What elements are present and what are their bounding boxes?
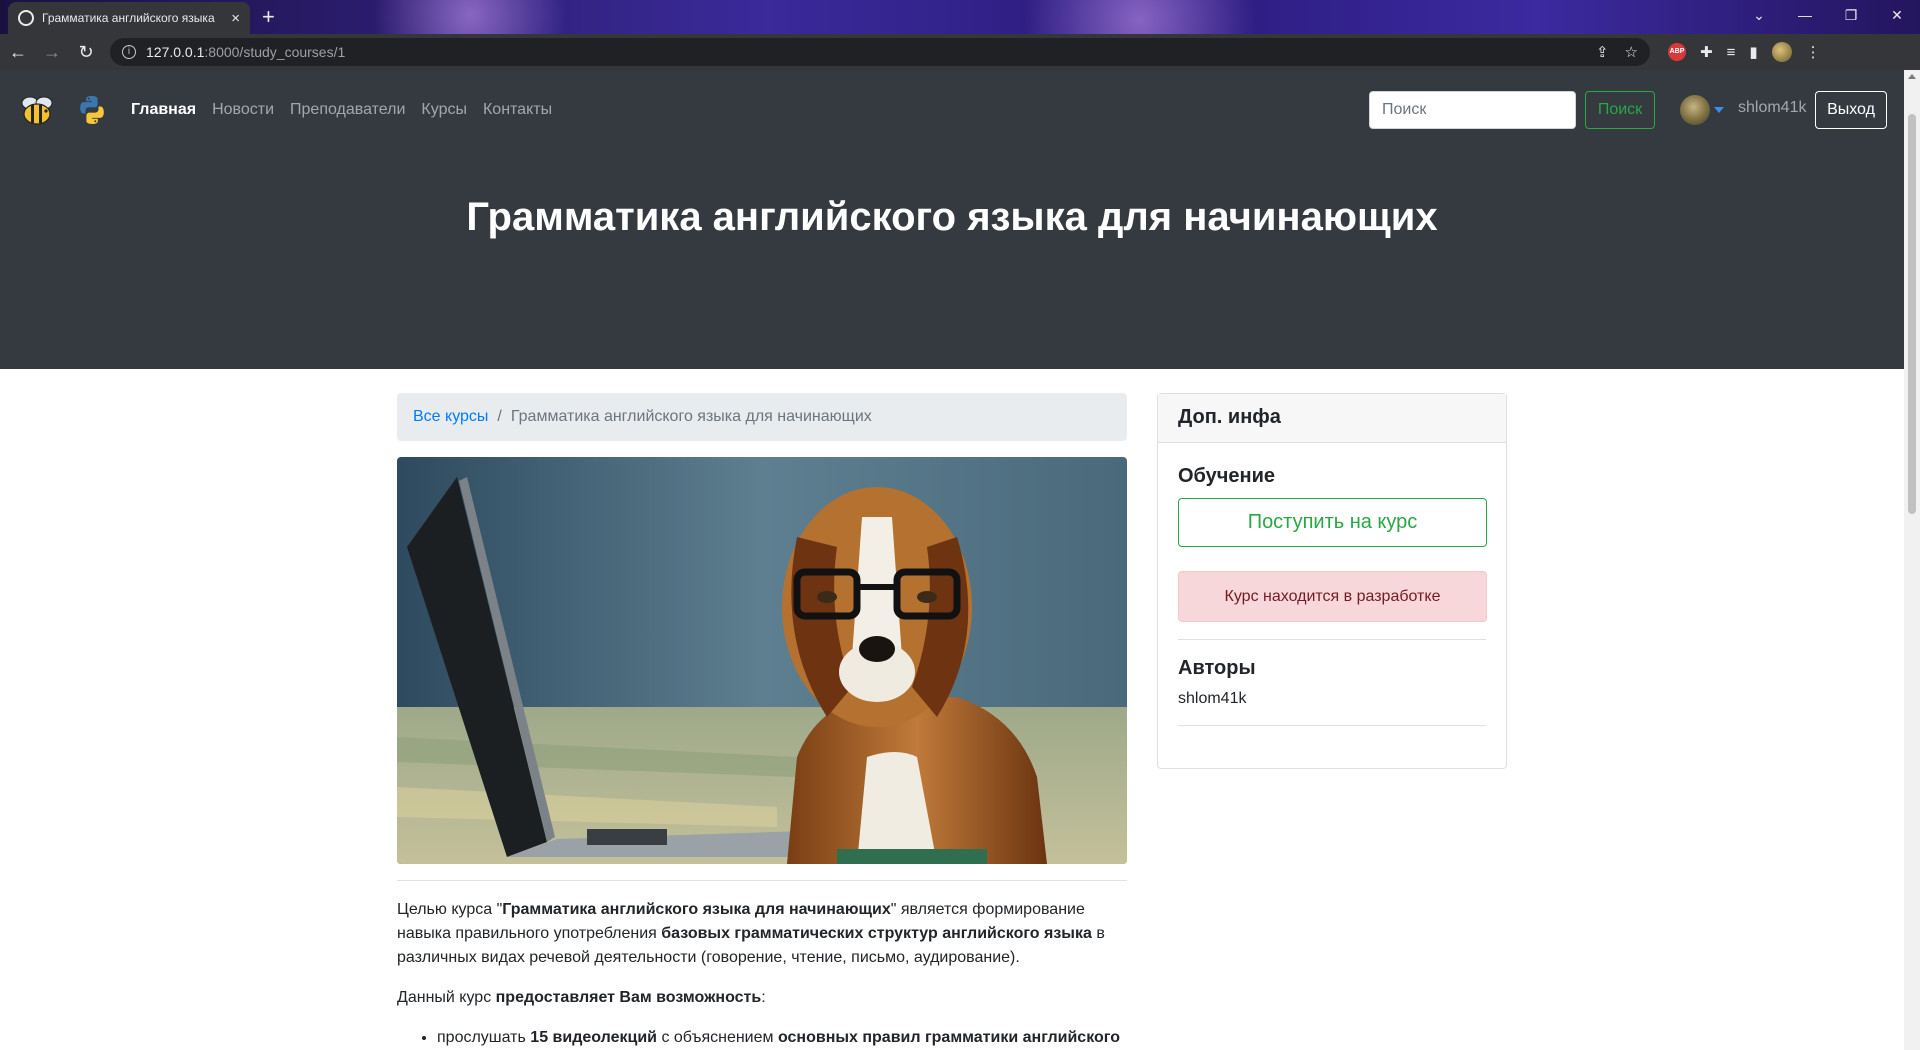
course-image xyxy=(397,457,1127,864)
reload-icon[interactable]: ↻ xyxy=(70,42,102,63)
breadcrumb-current: Грамматика английского языка для начинаю… xyxy=(510,408,872,425)
url-path: :8000/study_courses/1 xyxy=(204,44,346,60)
browser-menu-icon[interactable]: ⋮ xyxy=(1806,43,1821,61)
browser-tabstrip: Грамматика английского языка × + ⌄ — ❐ ✕ xyxy=(0,0,1920,34)
main-menu: Главная Новости Преподаватели Курсы Конт… xyxy=(131,70,552,150)
page-content: Главная Новости Преподаватели Курсы Конт… xyxy=(0,70,1904,1050)
info-icon[interactable]: i xyxy=(122,45,136,59)
caret-down-icon[interactable] xyxy=(1714,107,1724,113)
card-header: Доп. инфа xyxy=(1158,394,1506,443)
user-avatar[interactable] xyxy=(1680,95,1710,125)
back-icon[interactable]: ← xyxy=(2,42,34,63)
divider xyxy=(397,880,1127,881)
tab-title: Грамматика английского языка xyxy=(42,11,215,25)
window-controls: ⌄ — ❐ ✕ xyxy=(1736,0,1920,30)
side-panel-icon[interactable]: ▮ xyxy=(1749,43,1757,61)
site-navbar: Главная Новости Преподаватели Курсы Конт… xyxy=(0,70,1904,150)
python-logo-icon[interactable] xyxy=(76,94,108,126)
enroll-button[interactable]: Поступить на курс xyxy=(1178,498,1487,547)
globe-icon xyxy=(18,10,34,26)
scroll-up-icon[interactable] xyxy=(1908,74,1916,79)
url-host: 127.0.0.1 xyxy=(146,44,205,60)
forward-icon[interactable]: → xyxy=(36,42,68,63)
tab-search-icon[interactable]: ⌄ xyxy=(1736,0,1782,30)
nav-link-home[interactable]: Главная xyxy=(131,101,196,119)
divider xyxy=(1178,639,1486,640)
nav-link-teachers[interactable]: Преподаватели xyxy=(290,101,405,119)
browser-tab[interactable]: Грамматика английского языка × xyxy=(8,2,250,34)
adblock-icon[interactable]: ABP xyxy=(1668,43,1686,61)
divider xyxy=(1178,725,1486,726)
extensions-puzzle-icon[interactable]: ✚ xyxy=(1700,43,1713,61)
course-description: Целью курса "Грамматика английского язык… xyxy=(397,898,1127,1050)
info-card: Доп. инфа Обучение Поступить на курс Кур… xyxy=(1157,393,1507,769)
page-title: Грамматика английского языка для начинаю… xyxy=(466,195,1438,239)
nav-link-courses[interactable]: Курсы xyxy=(421,101,467,119)
breadcrumb: Все курсы / Грамматика английского языка… xyxy=(397,393,1127,441)
description-paragraph: Данный курс предоставляет Вам возможност… xyxy=(397,989,766,1006)
search-button[interactable]: Поиск xyxy=(1585,91,1655,129)
breadcrumb-all-courses-link[interactable]: Все курсы xyxy=(413,408,488,426)
logout-button[interactable]: Выход xyxy=(1815,91,1887,129)
search-input[interactable] xyxy=(1369,91,1576,129)
scrollbar-thumb[interactable] xyxy=(1908,114,1916,514)
close-window-icon[interactable]: ✕ xyxy=(1874,0,1920,30)
breadcrumb-separator: / xyxy=(497,408,502,425)
authors-heading: Авторы xyxy=(1178,657,1256,679)
card-body: Обучение Поступить на курс Курс находитс… xyxy=(1158,443,1506,763)
bookmark-star-icon[interactable]: ☆ xyxy=(1625,43,1638,61)
media-queue-icon[interactable]: ≡ xyxy=(1727,44,1736,61)
minimize-icon[interactable]: — xyxy=(1782,0,1828,30)
profile-avatar-icon[interactable] xyxy=(1771,42,1792,62)
new-tab-icon[interactable]: + xyxy=(262,4,275,30)
restore-icon[interactable]: ❐ xyxy=(1828,0,1874,30)
address-bar[interactable]: i 127.0.0.1:8000/study_courses/1 ⇪ ☆ xyxy=(110,38,1650,66)
tab-close-icon[interactable]: × xyxy=(231,10,240,27)
username[interactable]: shlom41k xyxy=(1738,99,1806,117)
browser-toolbar: ← → ↻ i 127.0.0.1:8000/study_courses/1 ⇪… xyxy=(0,34,1920,70)
bee-logo-icon[interactable] xyxy=(18,94,56,126)
features-list: прослушать 15 видеолекций с объяснением … xyxy=(437,1026,1127,1050)
development-alert: Курс находится в разработке xyxy=(1178,571,1487,622)
list-item: прослушать 15 видеолекций с объяснением … xyxy=(437,1026,1127,1050)
page-scrollbar[interactable] xyxy=(1904,70,1920,1050)
share-icon[interactable]: ⇪ xyxy=(1596,43,1609,61)
nav-link-contacts[interactable]: Контакты xyxy=(483,101,552,119)
author-name: shlom41k xyxy=(1178,690,1247,707)
hero-section: Главная Новости Преподаватели Курсы Конт… xyxy=(0,70,1904,369)
nav-link-news[interactable]: Новости xyxy=(212,101,274,119)
learning-heading: Обучение xyxy=(1178,465,1276,487)
description-paragraph: Целью курса "Грамматика английского язык… xyxy=(397,901,1105,966)
